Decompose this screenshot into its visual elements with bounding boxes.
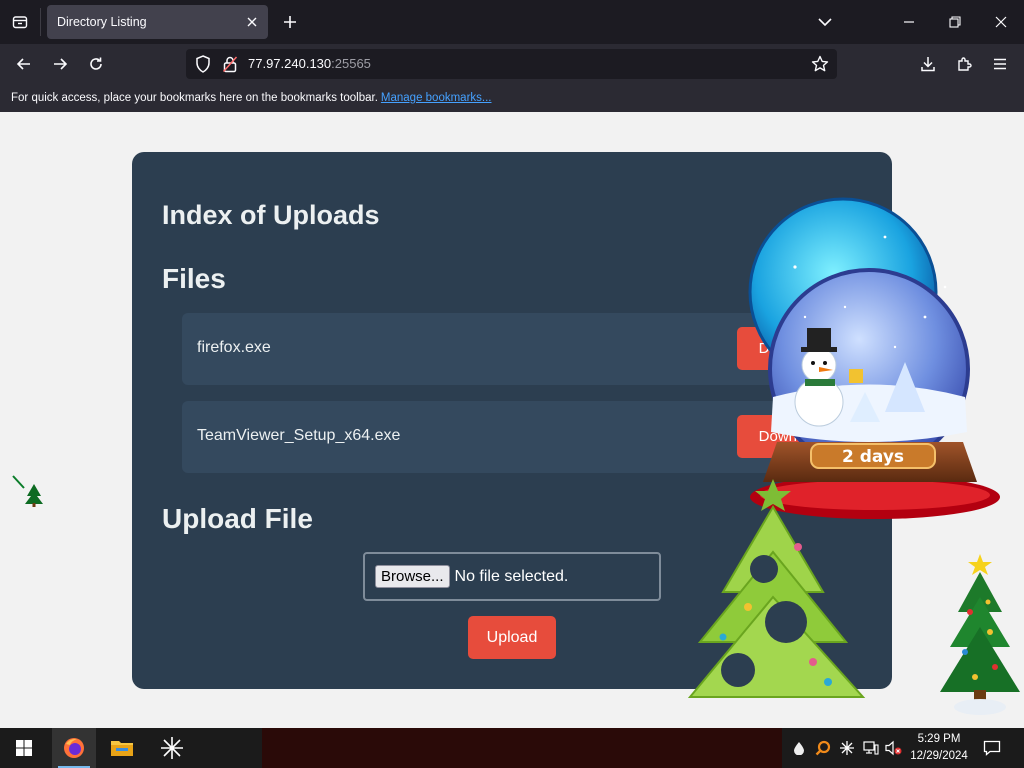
network-icon[interactable] bbox=[862, 738, 880, 758]
back-button[interactable] bbox=[10, 50, 38, 78]
menu-button[interactable] bbox=[986, 50, 1014, 78]
tab-separator bbox=[40, 8, 41, 36]
plus-icon bbox=[284, 16, 296, 28]
file-input[interactable]: Browse... No file selected. bbox=[363, 552, 661, 601]
snowflake-icon bbox=[161, 737, 183, 759]
downloads-button[interactable] bbox=[914, 50, 942, 78]
reload-icon bbox=[90, 57, 102, 70]
arrow-left-icon bbox=[16, 58, 30, 70]
desktop-wallpaper-strip bbox=[262, 728, 782, 768]
tab-directory-listing[interactable]: Directory Listing bbox=[47, 5, 268, 39]
file-row: TeamViewer_Setup_x64.exe Download bbox=[182, 401, 862, 473]
forward-button[interactable] bbox=[46, 50, 74, 78]
system-clock[interactable]: 5:29 PM 12/29/2024 bbox=[910, 731, 968, 765]
minimize-button[interactable] bbox=[886, 0, 932, 44]
windows-logo-icon bbox=[16, 740, 32, 756]
taskbar: 5:29 PM 12/29/2024 bbox=[0, 728, 1024, 768]
tab-close-button[interactable] bbox=[242, 12, 262, 32]
page-viewport: Index of Uploads Files firefox.exe Downl… bbox=[0, 112, 1024, 728]
upload-button[interactable]: Upload bbox=[468, 616, 556, 659]
tab-overflow-button[interactable] bbox=[802, 0, 848, 44]
tab-title: Directory Listing bbox=[57, 15, 147, 29]
navigation-toolbar: 77.97.240.130:25565 bbox=[0, 44, 1024, 84]
tray-snowflake-icon[interactable] bbox=[838, 738, 856, 758]
star-icon bbox=[811, 55, 829, 72]
list-all-tabs-button[interactable] bbox=[0, 0, 40, 44]
folder-icon bbox=[111, 741, 133, 756]
no-file-label: No file selected. bbox=[454, 567, 569, 585]
clock-time: 5:29 PM bbox=[917, 733, 961, 745]
tab-list-icon bbox=[12, 16, 28, 29]
page-title: Index of Uploads bbox=[162, 200, 380, 230]
taskbar-snow-app[interactable] bbox=[150, 728, 194, 768]
file-name[interactable]: TeamViewer_Setup_x64.exe bbox=[197, 427, 400, 445]
download-button[interactable]: Download bbox=[737, 415, 847, 458]
new-tab-button[interactable] bbox=[278, 10, 302, 34]
manage-bookmarks-link[interactable]: Manage bookmarks... bbox=[381, 92, 492, 104]
extensions-button[interactable] bbox=[950, 50, 978, 78]
clock-date: 12/29/2024 bbox=[910, 750, 968, 762]
chevron-down-icon bbox=[818, 18, 832, 27]
firefox-icon bbox=[64, 738, 84, 758]
notification-icon bbox=[983, 740, 1001, 756]
close-icon bbox=[995, 16, 1007, 28]
bookmarks-toolbar: For quick access, place your bookmarks h… bbox=[0, 84, 1024, 112]
file-name[interactable]: firefox.exe bbox=[197, 339, 271, 357]
arrow-right-icon bbox=[54, 58, 68, 70]
close-window-button[interactable] bbox=[978, 0, 1024, 44]
file-row: firefox.exe Download bbox=[182, 313, 862, 385]
restore-button[interactable] bbox=[932, 0, 978, 44]
tray-search-app-icon[interactable] bbox=[814, 738, 832, 758]
address-bar[interactable]: 77.97.240.130:25565 bbox=[186, 49, 837, 79]
puzzle-icon bbox=[958, 57, 972, 71]
notification-center-button[interactable] bbox=[982, 738, 1002, 758]
upload-heading: Upload File bbox=[162, 503, 313, 534]
tab-bar: Directory Listing bbox=[0, 0, 1024, 44]
directory-card: Index of Uploads Files firefox.exe Downl… bbox=[132, 152, 892, 689]
taskbar-firefox[interactable] bbox=[52, 728, 96, 768]
volume-muted-icon[interactable] bbox=[884, 738, 902, 758]
url-port: :25565 bbox=[331, 56, 371, 71]
christmas-tree-icon bbox=[940, 554, 1020, 715]
url-host: 77.97.240.130 bbox=[248, 56, 332, 71]
shield-icon[interactable] bbox=[195, 55, 211, 77]
tray-water-drop-icon[interactable] bbox=[790, 738, 808, 758]
download-icon bbox=[921, 57, 935, 72]
restore-icon bbox=[949, 16, 961, 28]
download-button[interactable]: Download bbox=[737, 327, 847, 370]
minimize-icon bbox=[904, 21, 914, 23]
taskbar-file-explorer[interactable] bbox=[100, 728, 144, 768]
small-christmas-tree-icon bbox=[12, 475, 43, 507]
insecure-lock-icon[interactable] bbox=[222, 55, 238, 77]
reload-button[interactable] bbox=[82, 50, 110, 78]
close-icon bbox=[247, 17, 257, 27]
hamburger-icon bbox=[994, 58, 1006, 70]
files-heading: Files bbox=[162, 263, 226, 294]
bookmarks-hint: For quick access, place your bookmarks h… bbox=[11, 92, 378, 104]
url-text[interactable]: 77.97.240.130:25565 bbox=[248, 56, 371, 71]
bookmark-star-button[interactable] bbox=[811, 55, 829, 77]
browse-button[interactable]: Browse... bbox=[375, 565, 450, 588]
start-button[interactable] bbox=[2, 728, 46, 768]
